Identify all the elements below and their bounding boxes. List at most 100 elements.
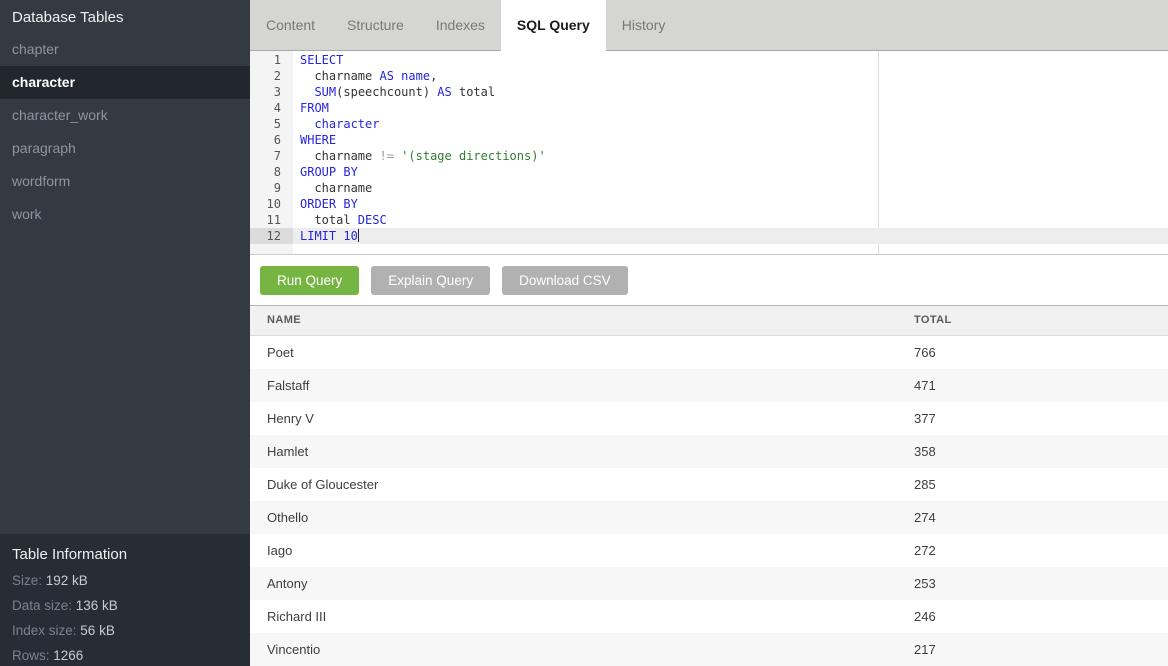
token-plain: charname bbox=[300, 181, 372, 195]
cell-name: Duke of Gloucester bbox=[250, 477, 914, 492]
code-text: LIMIT 10 bbox=[293, 228, 359, 244]
token-kw: character bbox=[314, 117, 379, 131]
line-number: 8 bbox=[250, 164, 293, 180]
cell-name: Antony bbox=[250, 576, 914, 591]
sidebar: Database Tables chaptercharactercharacte… bbox=[0, 0, 250, 666]
tab-content[interactable]: Content bbox=[250, 0, 331, 50]
code-text: total DESC bbox=[293, 212, 387, 228]
table-information-panel: Table Information Size: 192 kB Data size:… bbox=[0, 534, 250, 666]
stat-label: Size: bbox=[12, 573, 46, 588]
token-kw: WHERE bbox=[300, 133, 336, 147]
token-str: '(stage directions)' bbox=[401, 149, 546, 163]
code-line-4: 4 FROM bbox=[250, 100, 1168, 116]
code-text: charname != '(stage directions)' bbox=[293, 148, 546, 164]
table-info-stat: Rows: 1266 bbox=[12, 648, 238, 663]
line-number: 12 bbox=[250, 228, 293, 244]
cell-name: Hamlet bbox=[250, 444, 914, 459]
sidebar-item-work[interactable]: work bbox=[0, 198, 250, 231]
cell-name: Iago bbox=[250, 543, 914, 558]
line-number: 6 bbox=[250, 132, 293, 148]
token-plain: charname bbox=[300, 69, 379, 83]
token-plain: charname bbox=[300, 149, 379, 163]
stat-value: 136 kB bbox=[76, 598, 118, 613]
token-kw: AS bbox=[437, 85, 451, 99]
table-information-stats: Size: 192 kB Data size: 136 kB Index size:… bbox=[12, 573, 238, 663]
line-number: 7 bbox=[250, 148, 293, 164]
token-plain: total bbox=[300, 213, 358, 227]
token-kw: name bbox=[401, 69, 430, 83]
stat-value: 1266 bbox=[53, 648, 83, 663]
tab-bar: ContentStructureIndexesSQL QueryHistory bbox=[250, 0, 1168, 51]
app-window: Database Tables chaptercharactercharacte… bbox=[0, 0, 1168, 666]
table-row: Othello274 bbox=[250, 501, 1168, 534]
tab-sql-query[interactable]: SQL Query bbox=[501, 0, 606, 51]
download-csv-button[interactable]: Download CSV bbox=[502, 266, 628, 295]
cell-name: Henry V bbox=[250, 411, 914, 426]
cell-total: 358 bbox=[914, 444, 1168, 459]
run-query-button[interactable]: Run Query bbox=[260, 266, 359, 295]
line-number: 11 bbox=[250, 212, 293, 228]
table-row: Falstaff471 bbox=[250, 369, 1168, 402]
code-line-6: 6 WHERE bbox=[250, 132, 1168, 148]
column-header-total: TOTAL bbox=[914, 314, 1168, 326]
table-row: Poet766 bbox=[250, 336, 1168, 369]
main-panel: ContentStructureIndexesSQL QueryHistory … bbox=[250, 0, 1168, 666]
stat-label: Index size: bbox=[12, 623, 80, 638]
line-number: 4 bbox=[250, 100, 293, 116]
token-plain: , bbox=[430, 69, 437, 83]
sidebar-item-character_work[interactable]: character_work bbox=[0, 99, 250, 132]
table-info-stat: Data size: 136 kB bbox=[12, 598, 238, 613]
table-information-title: Table Information bbox=[12, 546, 238, 563]
cell-total: 246 bbox=[914, 609, 1168, 624]
token-plain bbox=[300, 85, 314, 99]
results-body: Poet766Falstaff471Henry V377Hamlet358Duk… bbox=[250, 336, 1168, 666]
tab-structure[interactable]: Structure bbox=[331, 0, 420, 50]
stat-value: 192 kB bbox=[46, 573, 88, 588]
cell-total: 377 bbox=[914, 411, 1168, 426]
text-cursor bbox=[358, 229, 359, 242]
sql-code-lines: 1SELECT2 charname AS name,3 SUM(speechco… bbox=[250, 51, 1168, 244]
sidebar-item-chapter[interactable]: chapter bbox=[0, 33, 250, 66]
stat-label: Data size: bbox=[12, 598, 76, 613]
table-row: Duke of Gloucester285 bbox=[250, 468, 1168, 501]
stat-label: Rows: bbox=[12, 648, 53, 663]
cell-name: Poet bbox=[250, 345, 914, 360]
token-plain bbox=[300, 117, 314, 131]
token-kw: GROUP BY bbox=[300, 165, 358, 179]
line-number: 9 bbox=[250, 180, 293, 196]
code-text: SUM(speechcount) AS total bbox=[293, 84, 495, 100]
table-row: Iago272 bbox=[250, 534, 1168, 567]
line-number: 2 bbox=[250, 68, 293, 84]
token-op: != bbox=[379, 149, 393, 163]
sidebar-item-paragraph[interactable]: paragraph bbox=[0, 132, 250, 165]
cell-name: Vincentio bbox=[250, 642, 914, 657]
table-row: Vincentio217 bbox=[250, 633, 1168, 666]
sidebar-title: Database Tables bbox=[0, 0, 250, 33]
sidebar-item-wordform[interactable]: wordform bbox=[0, 165, 250, 198]
explain-query-button[interactable]: Explain Query bbox=[371, 266, 490, 295]
table-row: Henry V377 bbox=[250, 402, 1168, 435]
code-text: charname AS name, bbox=[293, 68, 437, 84]
token-kw: FROM bbox=[300, 101, 329, 115]
tab-indexes[interactable]: Indexes bbox=[420, 0, 501, 50]
cell-total: 217 bbox=[914, 642, 1168, 657]
code-text: WHERE bbox=[293, 132, 336, 148]
code-text: SELECT bbox=[293, 52, 343, 68]
table-info-stat: Size: 192 kB bbox=[12, 573, 238, 588]
code-line-5: 5 character bbox=[250, 116, 1168, 132]
code-line-3: 3 SUM(speechcount) AS total bbox=[250, 84, 1168, 100]
code-line-1: 1SELECT bbox=[250, 52, 1168, 68]
code-text: ORDER BY bbox=[293, 196, 358, 212]
sql-editor[interactable]: 1SELECT2 charname AS name,3 SUM(speechco… bbox=[250, 51, 1168, 255]
stat-value: 56 kB bbox=[80, 623, 115, 638]
code-text: character bbox=[293, 116, 379, 132]
sidebar-item-character[interactable]: character bbox=[0, 66, 250, 99]
code-line-8: 8 GROUP BY bbox=[250, 164, 1168, 180]
table-row: Richard III246 bbox=[250, 600, 1168, 633]
results-table: NAME TOTAL Poet766Falstaff471Henry V377H… bbox=[250, 305, 1168, 666]
cell-total: 272 bbox=[914, 543, 1168, 558]
code-line-9: 9 charname bbox=[250, 180, 1168, 196]
token-plain: total bbox=[452, 85, 495, 99]
token-plain: (speechcount) bbox=[336, 85, 437, 99]
tab-history[interactable]: History bbox=[606, 0, 682, 50]
